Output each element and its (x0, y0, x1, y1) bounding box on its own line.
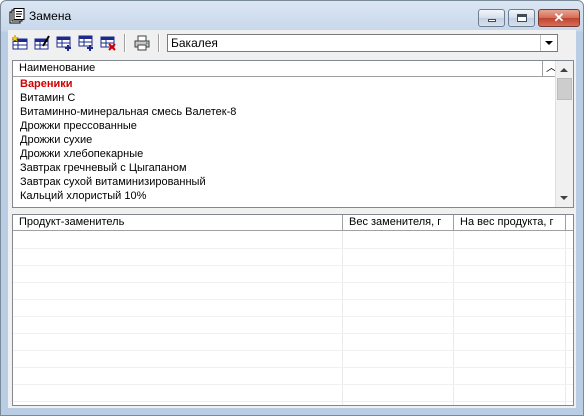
edit-record-button[interactable] (32, 33, 52, 53)
substitutes-table: Продукт-заменитель Вес заменителя, г На … (12, 214, 574, 406)
printer-icon (134, 35, 150, 51)
window-client: Бакалея Наименование ︿ Вареники Витамин С… (8, 30, 576, 408)
minimize-icon (488, 19, 496, 22)
category-select[interactable]: Бакалея (167, 34, 558, 52)
add-record-icon (12, 35, 28, 50)
list-item[interactable]: Витамин С (20, 91, 75, 105)
insert-row-icon (78, 35, 93, 51)
list-item[interactable]: Вареники (20, 77, 73, 91)
grid-row-line (13, 282, 573, 283)
grid-row-line (13, 316, 573, 317)
grid-row-line (13, 401, 573, 402)
maximize-icon (517, 14, 527, 22)
toolbar: Бакалея (8, 30, 576, 58)
documents-icon (9, 8, 25, 24)
substitutes-grid[interactable] (13, 231, 573, 405)
insert-row-button[interactable] (76, 33, 96, 53)
minimize-button[interactable] (478, 9, 505, 27)
list-item[interactable]: Дрожжи прессованные (20, 119, 137, 133)
list-item[interactable]: Кальций хлористый 10% (20, 189, 146, 203)
column-divider (565, 231, 566, 405)
list-item[interactable]: Завтрак гречневый с Цыгапаном (20, 161, 187, 175)
grid-row-line (13, 333, 573, 334)
toolbar-separator (124, 34, 126, 52)
substitutes-header: Продукт-заменитель Вес заменителя, г На … (13, 215, 573, 231)
products-list: Наименование ︿ Вареники Витамин С Витаминн… (12, 60, 574, 208)
list-item[interactable]: Дрожжи хлебопекарные (20, 147, 143, 161)
grid-row-line (13, 248, 573, 249)
edit-record-icon (34, 35, 50, 50)
grid-row-line (13, 265, 573, 266)
grid-row-line (13, 367, 573, 368)
grid-row-line (13, 299, 573, 300)
scroll-thumb[interactable] (557, 78, 572, 100)
category-select-value: Бакалея (171, 36, 218, 50)
column-header-substitute-weight[interactable]: Вес заменителя, г (343, 215, 454, 230)
column-header-product-weight[interactable]: На вес продукта, г (454, 215, 566, 230)
products-header: Наименование ︿ (13, 61, 556, 77)
list-item[interactable]: Дрожжи сухие (20, 133, 92, 147)
column-header-substitute[interactable]: Продукт-заменитель (13, 215, 343, 230)
toolbar-separator (158, 34, 160, 52)
scroll-down-icon[interactable] (556, 190, 573, 207)
delete-row-button[interactable] (98, 33, 118, 53)
scroll-up-icon[interactable] (556, 61, 573, 78)
list-item[interactable]: Завтрак сухой витаминизированный (20, 175, 206, 189)
add-record-button[interactable] (10, 33, 30, 53)
window-title: Замена (29, 9, 72, 23)
print-button[interactable] (132, 33, 152, 53)
column-divider (342, 231, 343, 405)
close-icon: ✕ (553, 10, 565, 25)
grid-row-line (13, 384, 573, 385)
grid-row-line (13, 350, 573, 351)
close-button[interactable]: ✕ (538, 9, 580, 27)
delete-row-icon (100, 36, 116, 51)
column-divider (453, 231, 454, 405)
chevron-down-icon[interactable] (540, 35, 557, 51)
maximize-button[interactable] (508, 9, 535, 27)
title-bar[interactable]: Замена ✕ (1, 1, 583, 30)
add-row-button[interactable] (54, 33, 74, 53)
add-row-icon (56, 36, 71, 51)
products-scrollbar[interactable] (555, 61, 573, 207)
list-item[interactable]: Витаминно-минеральная смесь Валетек-8 (20, 105, 236, 119)
window: Замена ✕ Бакалея Наименование ︿ Вареники… (0, 0, 584, 416)
column-header-name[interactable]: Наименование (13, 61, 543, 76)
